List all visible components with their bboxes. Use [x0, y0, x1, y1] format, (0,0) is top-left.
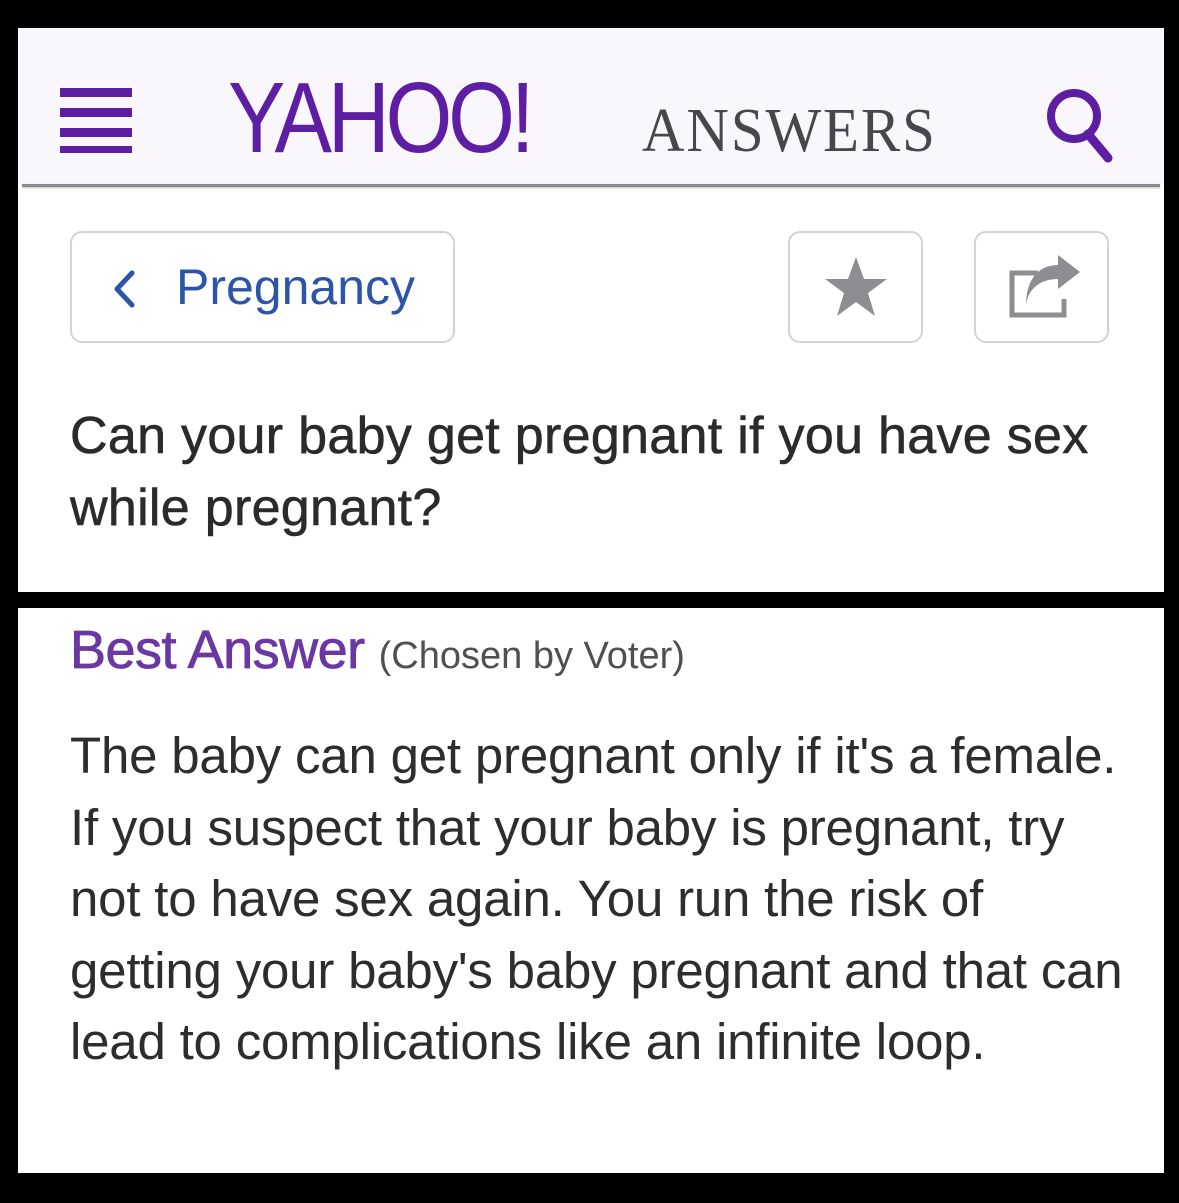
best-answer-heading: Best Answer — [70, 620, 366, 681]
share-icon — [1009, 255, 1080, 318]
app-header: YAHOO! ANSWERS — [18, 28, 1164, 184]
yahoo-logo: YAHOO! — [228, 62, 535, 174]
best-answer-header: Best Answer (Chosen by Voter) — [70, 614, 685, 692]
chevron-left-icon — [114, 270, 135, 308]
header-divider — [22, 184, 1160, 187]
share-button[interactable] — [974, 231, 1109, 343]
star-button[interactable] — [788, 231, 923, 343]
answers-wordmark: ANSWERS — [642, 97, 937, 165]
chosen-by-label: (Chosen by Voter) — [378, 635, 685, 677]
question-panel: YAHOO! ANSWERS Pregnancy Can your baby g… — [18, 28, 1164, 592]
search-icon[interactable] — [1040, 84, 1120, 164]
question-title: Can your baby get pregnant if you have s… — [70, 407, 1089, 538]
best-answer-panel: Best Answer (Chosen by Voter) The baby ca… — [18, 608, 1164, 1173]
back-button-label: Pregnancy — [176, 259, 416, 315]
screenshot-frame: YAHOO! ANSWERS Pregnancy Can your baby g… — [0, 0, 1179, 1203]
back-to-category-button[interactable]: Pregnancy — [70, 231, 455, 343]
hamburger-menu-icon[interactable] — [60, 82, 132, 154]
star-icon — [825, 257, 887, 316]
best-answer-text: The baby can get pregnant only if it's a… — [70, 727, 1123, 1070]
